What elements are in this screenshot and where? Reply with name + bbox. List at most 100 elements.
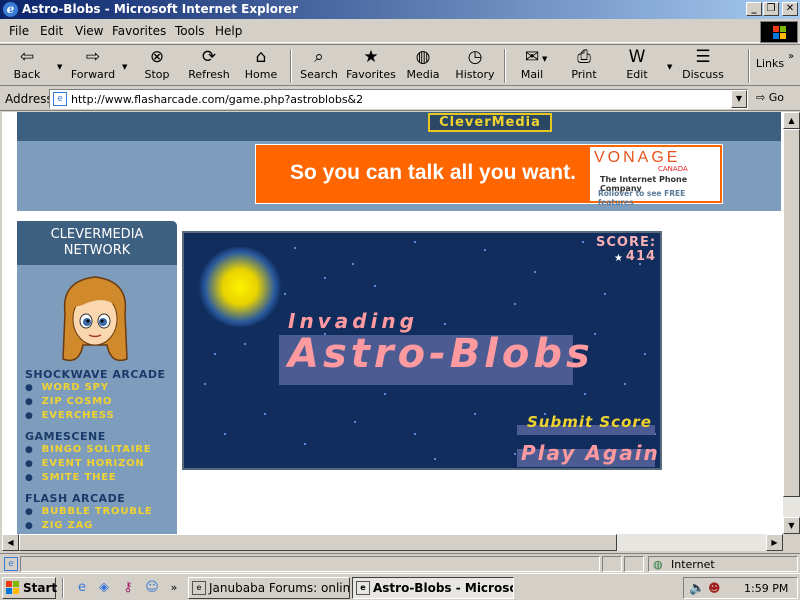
refresh-icon: ⟳ — [201, 47, 217, 67]
favorites-button[interactable]: ★ Favorites — [346, 47, 396, 85]
bullet-icon: ● — [25, 411, 34, 421]
forward-arrow-icon: ⇨ — [85, 47, 101, 67]
security-zone: ◍ Internet — [648, 556, 798, 572]
yellow-sun-graphic — [198, 247, 282, 327]
vonage-rollover: Rollover to see FREE features — [598, 189, 686, 207]
edit-dropdown-icon[interactable]: ▼ — [667, 63, 672, 71]
ie-window-icon: e — [356, 581, 370, 595]
standard-toolbar: ⇦ Back ▼ ⇨ Forward ▼ ⊗ Stop ⟳ Refresh ⌂ … — [0, 44, 800, 86]
title-bar[interactable]: e Astro-Blobs - Microsoft Internet Explo… — [0, 0, 800, 19]
edit-button[interactable]: W Edit — [620, 47, 654, 85]
user-status-icon[interactable]: ☻ — [708, 581, 721, 595]
favorites-folder-icon: ★ — [363, 47, 379, 67]
mail-dropdown-icon[interactable]: ▼ — [542, 55, 547, 63]
quicklaunch-network-icon[interactable]: ◈ — [96, 580, 112, 596]
vertical-scroll-thumb[interactable] — [783, 129, 800, 497]
submit-score-button[interactable]: Submit Score — [527, 413, 652, 431]
sidebar-link-event-horizon[interactable]: ● EVENT HORIZON — [25, 458, 145, 469]
game-subtitle: Invading — [288, 309, 418, 333]
horizontal-scroll-thumb[interactable] — [19, 534, 617, 551]
header-band: CleverMedia — [17, 112, 781, 141]
page-status-icon: e — [4, 557, 18, 571]
address-input[interactable]: e http://www.flasharcade.com/game.php?as… — [49, 89, 748, 109]
scroll-down-icon[interactable]: ▼ — [783, 517, 800, 534]
address-bar: Address e http://www.flasharcade.com/gam… — [0, 87, 800, 111]
sidebar-link-word-spy[interactable]: ● WORD SPY — [25, 382, 109, 393]
media-globe-icon: ◍ — [415, 47, 431, 67]
start-button[interactable]: Start — [2, 577, 57, 599]
ie-icon: e — [3, 2, 18, 17]
back-arrow-icon: ⇦ — [19, 47, 35, 67]
search-button[interactable]: ⌕ Search — [298, 47, 340, 85]
menu-view[interactable]: View — [75, 24, 103, 38]
menu-tools[interactable]: Tools — [175, 24, 205, 38]
bullet-icon: ● — [25, 473, 34, 483]
bullet-icon: ● — [25, 459, 34, 469]
menu-file[interactable]: File — [9, 24, 29, 38]
address-label: Address — [5, 92, 53, 106]
chevron-right-icon[interactable]: » — [788, 51, 794, 62]
sidebar-link-everchess[interactable]: ● EVERCHESS — [25, 410, 114, 421]
horizontal-scrollbar[interactable]: ◀ ▶ — [2, 534, 783, 551]
minimize-button[interactable]: _ — [746, 2, 762, 16]
quicklaunch-key-icon[interactable]: ⚷ — [120, 580, 136, 596]
task-janubaba-forums[interactable]: e Janubaba Forums: online ... — [188, 577, 350, 599]
go-arrow-icon: ⇨ — [756, 91, 766, 104]
menu-favorites[interactable]: Favorites — [112, 24, 166, 38]
clock[interactable]: 1:59 PM — [744, 582, 788, 595]
scroll-up-icon[interactable]: ▲ — [783, 112, 800, 129]
search-icon: ⌕ — [314, 47, 324, 67]
status-pane — [602, 556, 622, 572]
address-url[interactable]: http://www.flasharcade.com/game.php?astr… — [71, 93, 363, 106]
menu-edit[interactable]: Edit — [40, 24, 63, 38]
clevermedia-logo[interactable]: CleverMedia — [428, 113, 552, 132]
sidebar-link-smite-thee[interactable]: ● SMITE THEE — [25, 472, 117, 483]
menu-help[interactable]: Help — [215, 24, 242, 38]
quicklaunch-ie-icon[interactable]: e — [74, 580, 90, 596]
toolbar-separator — [748, 49, 750, 83]
vonage-logo-box: VONAGE CANADA The Internet Phone Company… — [590, 147, 720, 207]
volume-icon[interactable]: 🔈 — [689, 581, 705, 596]
stop-button[interactable]: ⊗ Stop — [138, 47, 176, 85]
sidebar-link-zig-zag[interactable]: ● ZIG ZAG — [25, 520, 93, 531]
go-button[interactable]: ⇨ Go — [756, 91, 784, 104]
history-clock-icon: ◷ — [467, 47, 483, 67]
discuss-icon: ☰ — [695, 47, 711, 67]
media-button[interactable]: ◍ Media — [404, 47, 442, 85]
history-button[interactable]: ◷ History — [454, 47, 496, 85]
scroll-left-icon[interactable]: ◀ — [2, 534, 19, 551]
internet-globe-icon: ◍ — [653, 558, 663, 571]
maximize-button[interactable]: ❐ — [763, 2, 779, 16]
flash-game-canvas[interactable]: SCORE: 414 ★ Invading Astro-Blobs Submit… — [182, 231, 662, 470]
mail-button[interactable]: ✉ Mail — [514, 47, 550, 85]
back-button[interactable]: ⇦ Back — [6, 47, 48, 85]
discuss-button[interactable]: ☰ Discuss — [682, 47, 724, 85]
page-icon: e — [53, 92, 67, 106]
home-icon: ⌂ — [255, 47, 267, 67]
task-astro-blobs[interactable]: e Astro-Blobs - Microsof... — [352, 577, 514, 599]
back-dropdown-icon[interactable]: ▼ — [57, 63, 62, 71]
stop-icon: ⊗ — [149, 47, 165, 67]
vertical-scrollbar[interactable]: ▲ ▼ — [783, 112, 800, 534]
ad-message: So you can talk all you want. — [290, 161, 576, 184]
forward-button[interactable]: ⇨ Forward — [68, 47, 118, 85]
quicklaunch-messenger-icon[interactable]: ☺ — [144, 580, 160, 596]
sidebar-section-shockwave[interactable]: SHOCKWAVE ARCADE — [25, 368, 166, 381]
address-dropdown-icon[interactable]: ▼ — [731, 90, 747, 108]
home-button[interactable]: ⌂ Home — [242, 47, 280, 85]
sidebar-link-zip-cosmo[interactable]: ● ZIP COSMO — [25, 396, 112, 407]
play-again-button[interactable]: Play Again — [521, 441, 660, 465]
print-button[interactable]: ⎙ Print — [566, 47, 602, 85]
forward-dropdown-icon[interactable]: ▼ — [122, 63, 127, 71]
scroll-right-icon[interactable]: ▶ — [766, 534, 783, 551]
sidebar-link-bubble-trouble[interactable]: ● BUBBLE TROUBLE — [25, 506, 153, 517]
refresh-button[interactable]: ⟳ Refresh — [186, 47, 232, 85]
quicklaunch-chevron-icon[interactable]: » — [166, 580, 182, 596]
vonage-banner-ad[interactable]: So you can talk all you want. VONAGE CAN… — [255, 144, 723, 207]
sidebar-section-gamescene[interactable]: GAMESCENE — [25, 430, 106, 443]
vonage-country: CANADA — [658, 165, 688, 173]
window-title: Astro-Blobs - Microsoft Internet Explore… — [22, 2, 298, 16]
sidebar-section-flash-arcade[interactable]: FLASH ARCADE — [25, 492, 125, 505]
close-button[interactable]: ✕ — [782, 2, 798, 16]
sidebar-link-bingo-solitaire[interactable]: ● BINGO SOLITAIRE — [25, 444, 151, 455]
